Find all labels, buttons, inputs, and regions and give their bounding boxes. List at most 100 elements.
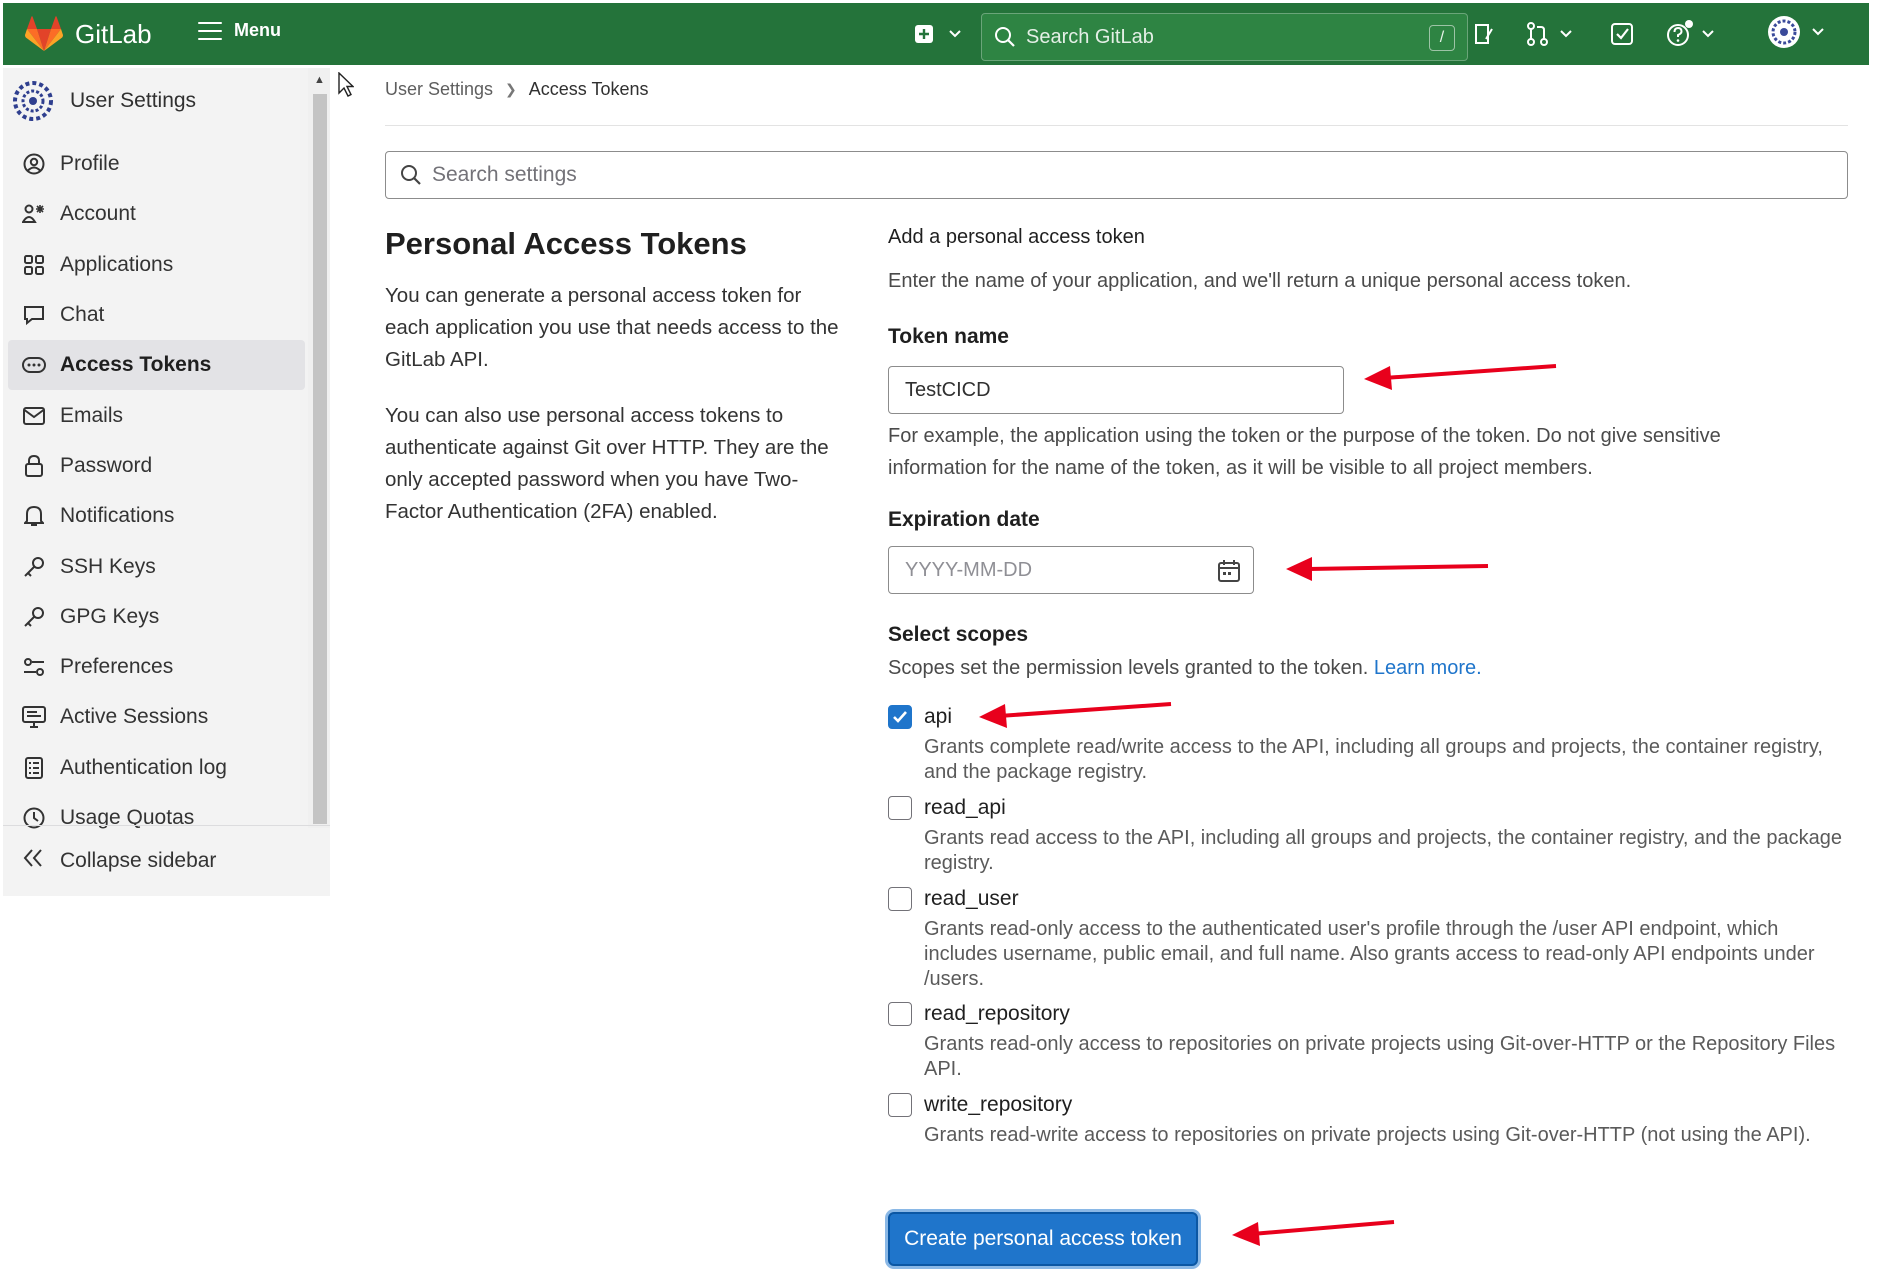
key-icon: [22, 605, 46, 629]
global-search[interactable]: /: [981, 13, 1468, 61]
expiration-date-input[interactable]: [889, 558, 1189, 582]
gitlab-logo-icon: [25, 16, 63, 51]
sidebar-header[interactable]: User Settings: [10, 78, 196, 124]
scroll-up-icon: ▲: [314, 74, 325, 86]
profile-icon: [22, 152, 46, 176]
sidebar-item-applications[interactable]: Applications: [8, 240, 305, 290]
new-item-dropdown[interactable]: [914, 19, 962, 49]
breadcrumb-current[interactable]: Access Tokens: [529, 79, 649, 100]
sidebar-item-label: Profile: [60, 152, 120, 176]
sidebar-item-label: Preferences: [60, 655, 174, 679]
user-avatar: [1768, 16, 1800, 48]
merge-requests-button[interactable]: [1525, 19, 1573, 49]
sidebar-scrollbar[interactable]: ▲: [308, 68, 330, 828]
scope-api-checkbox[interactable]: [888, 705, 912, 729]
merge-request-icon: [1527, 22, 1548, 46]
sidebar-item-preferences[interactable]: Preferences: [8, 642, 305, 692]
annotation-arrow-icon: [1364, 364, 1557, 390]
sidebar-item-label: Account: [60, 202, 136, 226]
sidebar-item-label: Authentication log: [60, 755, 227, 779]
token-name-help: For example, the application using the t…: [888, 425, 1721, 479]
token-name-label: Token name: [888, 325, 1009, 348]
scope-description: Grants complete read/write access to the…: [924, 736, 1823, 783]
expiration-date-picker[interactable]: [888, 546, 1254, 594]
token-icon: [22, 353, 46, 377]
chevron-right-icon: ❯: [505, 81, 517, 97]
user-menu[interactable]: [1767, 16, 1825, 48]
applications-icon: [22, 253, 46, 277]
bell-icon: [22, 504, 46, 528]
global-search-input[interactable]: [1026, 25, 1426, 49]
scopes-help-text: Scopes set the permission levels granted…: [888, 657, 1369, 679]
sidebar-item-gpg-keys[interactable]: GPG Keys: [8, 592, 305, 642]
brand-name: GitLab: [75, 18, 152, 49]
sidebar-item-label: Chat: [60, 303, 105, 327]
scope-read-user-checkbox[interactable]: [888, 887, 912, 911]
collapse-sidebar-label: Collapse sidebar: [60, 849, 217, 872]
breadcrumb-parent-link[interactable]: User Settings: [385, 79, 493, 100]
sidebar-item-chat[interactable]: Chat: [8, 290, 305, 340]
todo-icon: [1611, 23, 1633, 45]
scope-read-api: read_api Grants read access to the API, …: [888, 794, 1844, 876]
sidebar-item-label: Active Sessions: [60, 705, 209, 729]
collapse-sidebar-button[interactable]: Collapse sidebar: [3, 825, 330, 896]
user-avatar: [12, 80, 54, 122]
top-navbar: GitLab Menu /: [3, 3, 1869, 65]
sidebar-title: User Settings: [70, 89, 197, 112]
token-name-input[interactable]: [888, 366, 1344, 414]
lock-icon: [22, 454, 46, 478]
sidebar-item-password[interactable]: Password: [8, 441, 305, 491]
sidebar-item-authentication-log[interactable]: Authentication log: [8, 743, 305, 793]
sidebar-item-active-sessions[interactable]: Active Sessions: [8, 692, 305, 742]
scope-read-repository-checkbox[interactable]: [888, 1002, 912, 1026]
sidebar-nav: Profile Account Applications Chat Access…: [8, 139, 305, 843]
sidebar-item-label: SSH Keys: [60, 554, 156, 578]
scope-description: Grants read access to the API, including…: [924, 827, 1842, 874]
sidebar-item-label: Applications: [60, 252, 174, 276]
mail-icon: [22, 404, 46, 428]
annotation-arrow-icon: [1232, 1220, 1395, 1246]
chat-icon: [22, 303, 46, 327]
create-token-button[interactable]: Create personal access token: [888, 1212, 1198, 1266]
scope-name: write_repository: [924, 1093, 1073, 1116]
scope-name: read_api: [924, 796, 1006, 819]
scope-description: Grants read-only access to repositories …: [924, 1033, 1836, 1080]
expiration-date-label: Expiration date: [888, 508, 1040, 531]
hamburger-icon: [198, 21, 222, 40]
issues-button[interactable]: [1472, 19, 1496, 49]
help-button[interactable]: [1665, 19, 1715, 49]
sidebar-item-label: Emails: [60, 403, 124, 427]
search-icon: [995, 27, 1015, 47]
issues-icon: [1475, 24, 1493, 44]
gitlab-home-link[interactable]: GitLab: [25, 15, 152, 53]
menu-button[interactable]: Menu: [198, 20, 281, 41]
account-icon: [22, 202, 46, 226]
sidebar-item-access-tokens[interactable]: Access Tokens: [8, 340, 305, 391]
sidebar-item-notifications[interactable]: Notifications: [8, 491, 305, 541]
sidebar-item-ssh-keys[interactable]: SSH Keys: [8, 541, 305, 591]
scrollbar-thumb[interactable]: [313, 94, 327, 824]
preferences-icon: [22, 655, 46, 679]
settings-search-input[interactable]: [432, 163, 1812, 187]
chevron-down-icon: [1702, 30, 1714, 38]
scope-description: Grants read-write access to repositories…: [924, 1124, 1811, 1146]
page-title: Personal Access Tokens: [385, 226, 747, 261]
intro-paragraph-2: You can also use personal access tokens …: [385, 404, 829, 523]
calendar-icon[interactable]: [1217, 559, 1241, 583]
select-scopes-label: Select scopes: [888, 623, 1029, 646]
checkmark-icon: [893, 711, 907, 723]
settings-search[interactable]: [385, 151, 1848, 199]
sidebar-item-label: Notifications: [60, 504, 175, 528]
scope-read-api-checkbox[interactable]: [888, 796, 912, 820]
plus-square-icon: [915, 25, 933, 43]
breadcrumb: User Settings ❯ Access Tokens: [385, 79, 649, 100]
scope-write-repository-checkbox[interactable]: [888, 1093, 912, 1117]
scope-read-repository: read_repository Grants read-only access …: [888, 1000, 1844, 1082]
todos-button[interactable]: [1610, 19, 1634, 49]
learn-more-link[interactable]: Learn more.: [1374, 657, 1482, 679]
sidebar-item-account[interactable]: Account: [8, 189, 305, 239]
sidebar-item-emails[interactable]: Emails: [8, 390, 305, 440]
scope-name: read_repository: [924, 1002, 1070, 1025]
sidebar-item-label: GPG Keys: [60, 604, 160, 628]
sidebar-item-profile[interactable]: Profile: [8, 139, 305, 189]
